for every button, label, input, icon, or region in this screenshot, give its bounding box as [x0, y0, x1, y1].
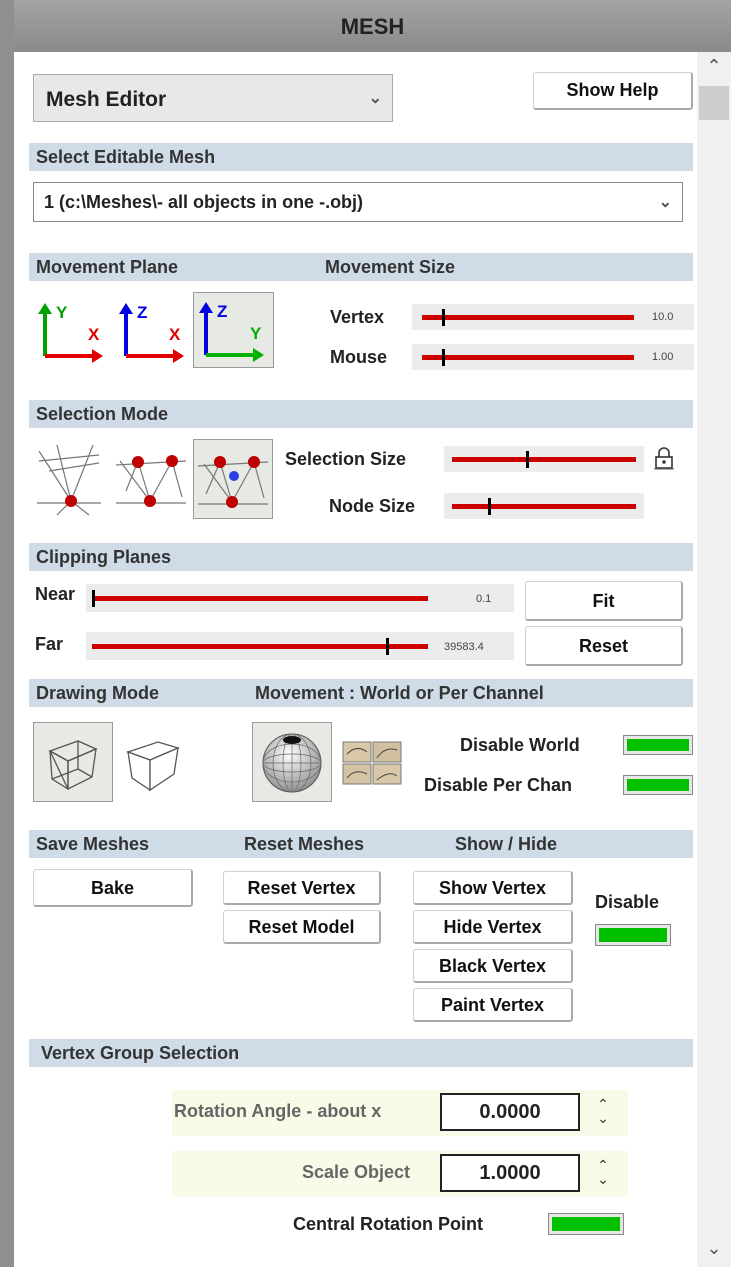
far-label: Far: [35, 634, 64, 654]
reset-meshes-label: Reset Meshes: [244, 834, 365, 854]
xy-plane-icon[interactable]: Y X: [36, 294, 110, 368]
lock-icon[interactable]: [653, 446, 675, 470]
svg-text:Z: Z: [217, 302, 227, 321]
drawing-mode-label: Drawing Mode: [36, 683, 160, 703]
movement-header: Movement Plane Movement Size: [29, 253, 693, 281]
selection-slider-track: [452, 457, 636, 462]
panel-title: MESH: [14, 0, 731, 52]
svg-text:Y: Y: [56, 303, 68, 322]
vertical-scrollbar[interactable]: [697, 52, 731, 1267]
near-clip-value: 0.1: [476, 593, 492, 605]
fit-button[interactable]: Fit: [525, 581, 683, 621]
meshes-header: Save Meshes Reset Meshes Show / Hide: [29, 830, 693, 858]
vertex-size-value: 10.0: [652, 311, 674, 323]
far-slider-track: [92, 644, 428, 649]
hide-vertex-button[interactable]: Hide Vertex: [413, 910, 573, 944]
xz-plane-icon[interactable]: Z X: [117, 294, 191, 368]
chevron-down-icon: ⌄: [368, 90, 382, 107]
black-vertex-button[interactable]: Black Vertex: [413, 949, 573, 983]
rotation-angle-input[interactable]: 0.0000: [440, 1093, 580, 1131]
far-clip-value: 39583.4: [444, 641, 484, 653]
node-slider-track: [452, 504, 636, 509]
central-rotation-label: Central Rotation Point: [293, 1214, 483, 1234]
disable-per-chan-toggle[interactable]: [623, 775, 693, 795]
svg-text:Y: Y: [250, 324, 262, 343]
window-frame: [0, 0, 14, 1267]
clipping-planes-header: Clipping Planes: [29, 543, 693, 571]
scale-object-label: Scale Object: [302, 1162, 411, 1182]
disable-world-toggle[interactable]: [623, 735, 693, 755]
mouse-size-slider[interactable]: 1.00: [412, 344, 694, 370]
movement-size-label: Movement Size: [325, 257, 456, 277]
show-vertex-button[interactable]: Show Vertex: [413, 871, 573, 905]
movement-world-label: Movement : World or Per Channel: [255, 683, 544, 703]
rotation-stepper-icon[interactable]: ⌃ ⌄: [590, 1097, 616, 1125]
vertex-slider-track: [422, 315, 634, 320]
mouse-slider-track: [422, 355, 634, 360]
world-sphere-icon[interactable]: [252, 722, 332, 802]
node-size-label: Node Size: [329, 496, 416, 516]
near-label: Near: [35, 584, 76, 604]
far-slider-knob[interactable]: [386, 638, 389, 655]
disable-per-chan-label: Disable Per Chan: [424, 775, 573, 795]
reset-model-button[interactable]: Reset Model: [223, 910, 381, 944]
selection-size-slider[interactable]: [444, 446, 644, 472]
vertex-size-slider[interactable]: 10.0: [412, 304, 694, 330]
movement-plane-label: Movement Plane: [36, 257, 179, 277]
save-meshes-label: Save Meshes: [36, 834, 150, 854]
node-size-slider[interactable]: [444, 493, 644, 519]
per-channel-tiles-icon[interactable]: [341, 740, 405, 786]
scroll-down-icon[interactable]: ⌄: [697, 1238, 731, 1259]
central-rotation-toggle[interactable]: [548, 1213, 624, 1235]
disable-vertex-toggle[interactable]: [595, 924, 671, 946]
scale-object-input[interactable]: 1.0000: [440, 1154, 580, 1192]
node-slider-knob[interactable]: [488, 498, 491, 515]
rotation-angle-label: Rotation Angle - about x: [174, 1101, 382, 1121]
paint-vertex-button[interactable]: Paint Vertex: [413, 988, 573, 1022]
bake-button[interactable]: Bake: [33, 869, 193, 907]
selection-size-label: Selection Size: [285, 449, 407, 469]
scale-stepper-icon[interactable]: ⌃ ⌄: [590, 1158, 616, 1186]
wireframe-cube-icon[interactable]: [33, 722, 113, 802]
select-center-mode-icon[interactable]: [193, 439, 273, 519]
editor-dropdown-value: Mesh Editor: [46, 88, 167, 111]
mouse-slider-knob[interactable]: [442, 349, 445, 366]
scrollbar-thumb[interactable]: [699, 86, 729, 120]
mouse-size-label: Mouse: [330, 347, 388, 367]
svg-text:Z: Z: [137, 303, 147, 322]
vertex-size-label: Vertex: [330, 307, 385, 327]
near-slider-knob[interactable]: [92, 590, 95, 607]
scroll-up-icon[interactable]: ⌃: [697, 56, 731, 77]
near-slider-track: [92, 596, 428, 601]
solid-cube-icon[interactable]: [118, 724, 188, 800]
svg-text:X: X: [88, 325, 100, 344]
svg-text:X: X: [169, 325, 181, 344]
mesh-select-dropdown[interactable]: 1 (c:\Meshes\- all objects in one -.obj)…: [33, 182, 683, 222]
disable-vertex-label: Disable: [595, 892, 660, 912]
show-hide-label: Show / Hide: [455, 834, 558, 854]
yz-plane-icon[interactable]: Z Y: [193, 292, 274, 368]
show-help-button[interactable]: Show Help: [533, 72, 693, 110]
chevron-down-icon: ⌄: [658, 194, 672, 211]
mesh-select-value: 1 (c:\Meshes\- all objects in one -.obj): [44, 192, 364, 212]
reset-vertex-button[interactable]: Reset Vertex: [223, 871, 381, 905]
drawing-mode-header: Drawing Mode Movement : World or Per Cha…: [29, 679, 693, 707]
vertex-group-header: Vertex Group Selection: [29, 1039, 693, 1067]
near-clip-slider[interactable]: 0.1: [86, 584, 514, 612]
far-clip-slider[interactable]: 39583.4: [86, 632, 514, 660]
vertex-slider-knob[interactable]: [442, 309, 445, 326]
select-none-mode-icon[interactable]: [37, 441, 101, 517]
disable-world-label: Disable World: [460, 735, 580, 755]
editor-dropdown[interactable]: Mesh Editor ⌄: [33, 74, 393, 122]
selection-mode-header: Selection Mode: [29, 400, 693, 428]
select-vertex-mode-icon[interactable]: [115, 441, 187, 517]
select-mesh-header: Select Editable Mesh: [29, 143, 693, 171]
reset-clip-button[interactable]: Reset: [525, 626, 683, 666]
mouse-size-value: 1.00: [652, 351, 674, 363]
selection-slider-knob[interactable]: [526, 451, 529, 468]
